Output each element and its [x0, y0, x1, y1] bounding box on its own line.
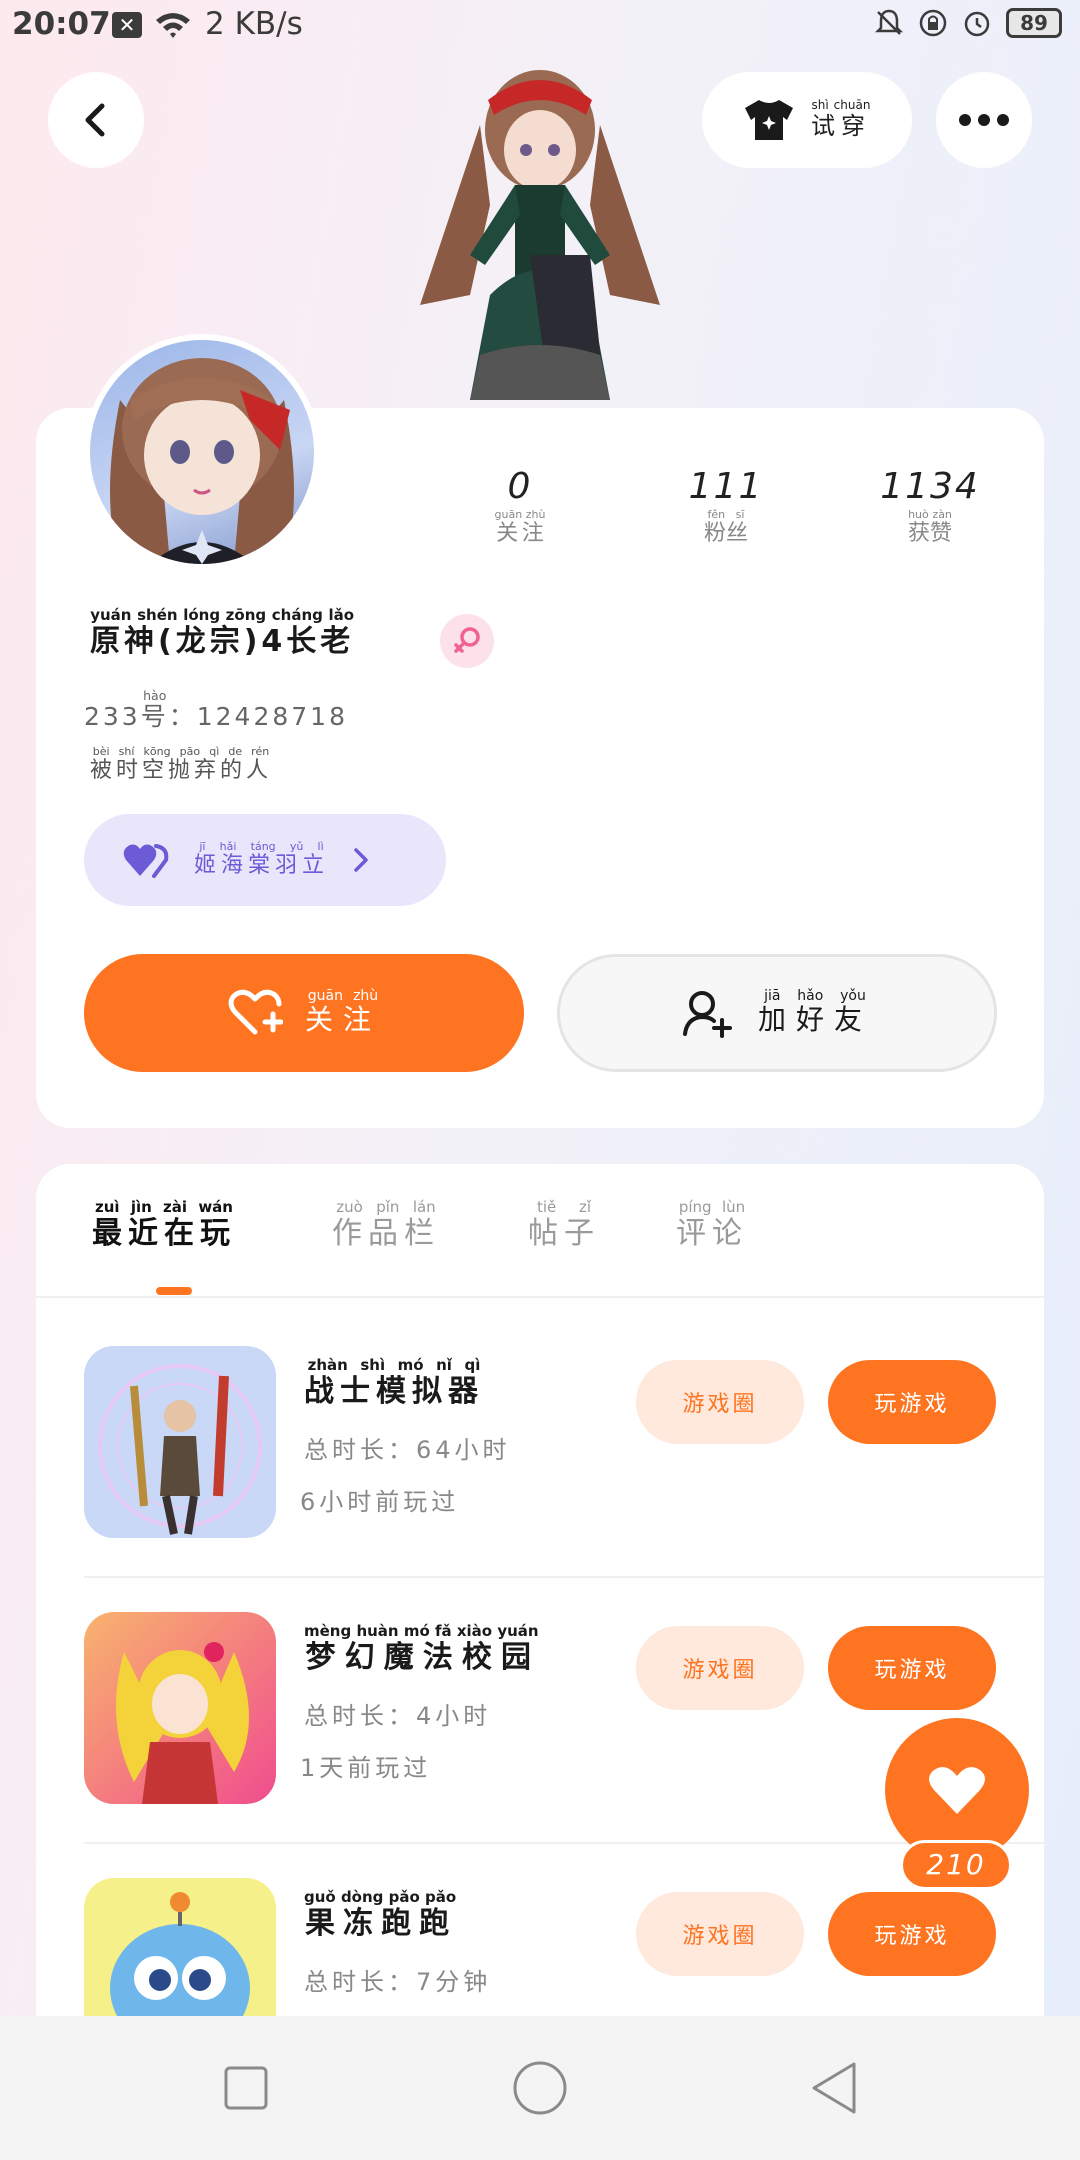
- mute-bell-icon: [874, 9, 904, 35]
- guild-name: 姬海棠羽立jī hǎi táng yǔ lì: [194, 840, 330, 878]
- follow-label: 关注guān zhù: [304, 987, 381, 1036]
- game-last-played: 6小时前玩过: [300, 1488, 460, 1516]
- more-options-button[interactable]: [936, 72, 1032, 168]
- battery-indicator: 89: [1006, 8, 1062, 38]
- status-time: 20:07: [12, 6, 111, 42]
- home-button[interactable]: [508, 2056, 572, 2120]
- row-divider: [84, 1576, 1044, 1578]
- back-button[interactable]: [48, 72, 144, 168]
- tab-posts[interactable]: 帖子tiě zǐ: [528, 1198, 600, 1252]
- notification-x-icon: ✕: [112, 12, 142, 38]
- female-symbol-icon: [454, 627, 480, 653]
- chevron-right-icon: [354, 848, 368, 872]
- game-circle-button[interactable]: 游戏圈: [636, 1626, 804, 1710]
- add-friend-label: 加好友jiā hǎo yǒu: [757, 987, 872, 1036]
- tab-works[interactable]: 作品栏zuò pǐn lán: [332, 1198, 440, 1252]
- try-on-button[interactable]: 试穿shì chuān: [702, 72, 912, 168]
- game-circle-button[interactable]: 游戏圈: [636, 1892, 804, 1976]
- row-divider: [84, 1842, 1044, 1844]
- heart-icon: [929, 1767, 985, 1814]
- game-playtime: 总时长：64小时: [304, 1436, 511, 1464]
- more-dots-icon: [959, 114, 1009, 126]
- game-title: 果冻跑跑guǒ dòng pǎo pǎo: [304, 1888, 457, 1941]
- try-on-label: 试穿shì chuān: [811, 98, 871, 140]
- wifi-icon: [156, 13, 190, 38]
- recent-apps-button[interactable]: [214, 2056, 278, 2120]
- user-id: 233号hào：12428718: [84, 688, 348, 731]
- play-game-button[interactable]: 玩游戏: [828, 1626, 996, 1710]
- stat-followers-label: 粉丝fěn sī: [703, 508, 748, 546]
- tab-comments[interactable]: 评论píng lùn: [676, 1198, 748, 1252]
- alarm-icon: [964, 11, 990, 37]
- game-title: 战士模拟器zhàn shì mó nǐ qì: [304, 1356, 484, 1409]
- double-heart-icon: [123, 844, 169, 878]
- stat-likes[interactable]: 1134 获赞huò zàn: [840, 466, 1020, 547]
- status-bar: 20:07 ✕ 2 KB/s 89: [0, 0, 1080, 56]
- tab-recently-played[interactable]: 最近在玩zuì jìn zài wán: [92, 1198, 236, 1252]
- stat-following-value: 0: [507, 466, 533, 507]
- square-icon: [224, 2066, 268, 2110]
- game-playtime: 总时长：7分钟: [304, 1968, 492, 1996]
- tab-divider: [36, 1296, 1044, 1298]
- tshirt-icon: [745, 100, 793, 140]
- play-game-button[interactable]: 玩游戏: [828, 1892, 996, 1976]
- game-row[interactable]: 战士模拟器zhàn shì mó nǐ qì 总时长：64小时 6小时前玩过 游…: [84, 1346, 1044, 1612]
- game-last-played: 1天前玩过: [300, 1754, 432, 1782]
- chevron-left-icon: [85, 103, 105, 137]
- follow-button[interactable]: 关注guān zhù: [84, 954, 524, 1072]
- avatar-character-image[interactable]: [410, 55, 670, 405]
- like-count: 210: [900, 1840, 1012, 1890]
- tab-indicator: [156, 1287, 192, 1295]
- heart-plus-icon: [228, 989, 283, 1035]
- back-nav-button[interactable]: [802, 2056, 866, 2120]
- add-friend-button[interactable]: 加好友jiā hǎo yǒu: [557, 954, 997, 1072]
- stat-followers[interactable]: 111 粉丝fěn sī: [636, 466, 816, 547]
- stat-likes-value: 1134: [880, 466, 980, 507]
- game-icon-warrior[interactable]: [84, 1346, 276, 1538]
- play-game-button[interactable]: 玩游戏: [828, 1360, 996, 1444]
- system-nav-bar: [0, 2016, 1080, 2160]
- gender-female-badge: [440, 614, 494, 668]
- circle-icon: [513, 2061, 567, 2115]
- avatar[interactable]: [84, 334, 320, 570]
- bio: 被时空抛弃的人bèi shí kōng pāo qì de rén: [90, 745, 273, 783]
- game-playtime: 总时长：4小时: [304, 1702, 492, 1730]
- game-icon-magic-campus[interactable]: [84, 1612, 276, 1804]
- stat-likes-label: 获赞huò zàn: [907, 508, 952, 546]
- triangle-back-icon: [812, 2062, 856, 2114]
- stat-following[interactable]: 0 关注guān zhù: [430, 466, 610, 547]
- stat-followers-value: 111: [688, 466, 764, 507]
- username: 原神(龙宗)4长老yuán shén lóng zōng cháng lǎo: [90, 606, 355, 659]
- guild-pill[interactable]: 姬海棠羽立jī hǎi táng yǔ lì: [84, 814, 446, 906]
- game-circle-button[interactable]: 游戏圈: [636, 1360, 804, 1444]
- net-speed: 2 KB/s: [205, 6, 303, 42]
- user-add-icon: [682, 991, 732, 1038]
- stat-following-label: 关注guān zhù: [494, 508, 546, 546]
- game-title: 梦幻魔法校园mèng huàn mó fǎ xiào yuán: [304, 1622, 539, 1675]
- lock-rotation-icon: [919, 9, 947, 37]
